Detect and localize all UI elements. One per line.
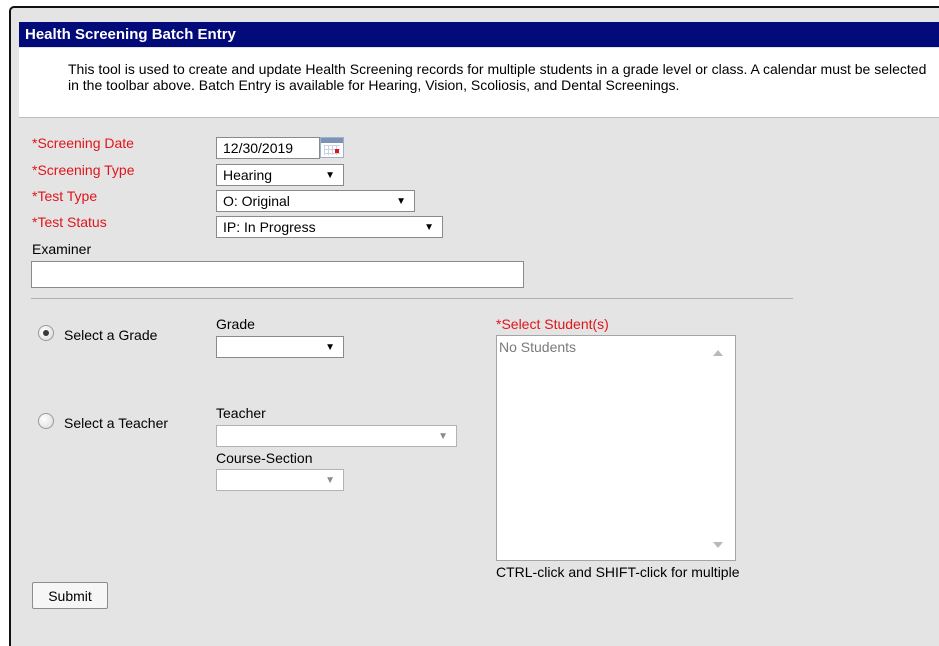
list-item[interactable]: No Students bbox=[499, 339, 576, 355]
test-type-select[interactable]: O: Original ▼ bbox=[216, 190, 415, 212]
select-teacher-label: Select a Teacher bbox=[64, 415, 169, 431]
test-status-select[interactable]: IP: In Progress ▼ bbox=[216, 216, 443, 238]
grade-select[interactable]: ▼ bbox=[216, 336, 344, 358]
scroll-up-icon[interactable] bbox=[713, 350, 723, 356]
grade-label: Grade bbox=[216, 316, 255, 332]
chevron-down-icon: ▼ bbox=[325, 342, 335, 353]
screening-date-input[interactable]: 12/30/2019 bbox=[216, 137, 320, 159]
students-listbox[interactable]: No Students bbox=[496, 335, 736, 561]
chevron-down-icon: ▼ bbox=[438, 431, 448, 442]
select-grade-radio[interactable] bbox=[38, 325, 54, 341]
chevron-down-icon: ▼ bbox=[325, 170, 335, 181]
screening-date-value: 12/30/2019 bbox=[223, 140, 294, 156]
examiner-input[interactable] bbox=[31, 261, 524, 288]
chevron-down-icon: ▼ bbox=[325, 475, 335, 486]
select-students-label: *Select Student(s) bbox=[496, 316, 609, 332]
chevron-down-icon: ▼ bbox=[396, 196, 406, 207]
teacher-select[interactable]: ▼ bbox=[216, 425, 457, 447]
examiner-label: Examiner bbox=[32, 241, 92, 257]
multi-select-hint: CTRL-click and SHIFT-click for multiple bbox=[496, 564, 740, 580]
section-divider bbox=[31, 298, 793, 299]
teacher-label: Teacher bbox=[216, 405, 266, 421]
screening-date-label: *Screening Date bbox=[32, 135, 134, 151]
calendar-icon[interactable] bbox=[320, 137, 344, 158]
select-teacher-radio[interactable] bbox=[38, 413, 54, 429]
page-title: Health Screening Batch Entry bbox=[19, 22, 939, 47]
page-description: This tool is used to create and update H… bbox=[19, 48, 939, 118]
screening-type-value: Hearing bbox=[223, 167, 273, 183]
course-section-label: Course-Section bbox=[216, 450, 313, 466]
test-type-label: *Test Type bbox=[32, 188, 98, 204]
screening-type-label: *Screening Type bbox=[32, 162, 135, 178]
scroll-down-icon[interactable] bbox=[713, 542, 723, 548]
submit-button[interactable]: Submit bbox=[32, 582, 108, 609]
test-status-label: *Test Status bbox=[32, 214, 107, 230]
test-status-value: IP: In Progress bbox=[223, 219, 316, 235]
select-grade-label: Select a Grade bbox=[64, 327, 158, 343]
course-section-select[interactable]: ▼ bbox=[216, 469, 344, 491]
screening-type-select[interactable]: Hearing ▼ bbox=[216, 164, 344, 186]
chevron-down-icon: ▼ bbox=[424, 222, 434, 233]
test-type-value: O: Original bbox=[223, 193, 290, 209]
